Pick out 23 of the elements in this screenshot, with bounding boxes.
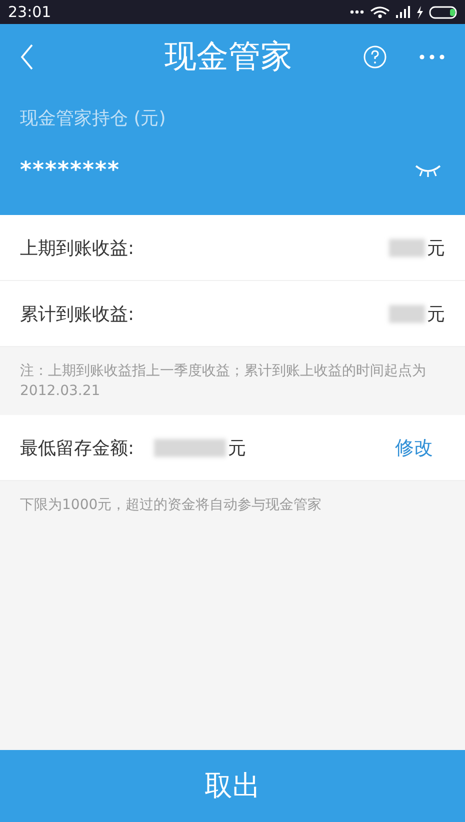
dots-icon bbox=[350, 10, 364, 14]
row-label: 上期到账收益: bbox=[20, 236, 134, 260]
row-label: 累计到账收益: bbox=[20, 302, 134, 326]
back-icon[interactable] bbox=[20, 44, 34, 70]
blurred-amount bbox=[389, 238, 425, 256]
withdraw-button[interactable]: 取出 bbox=[0, 750, 465, 822]
charging-icon bbox=[416, 6, 423, 18]
row-label: 最低留存金额: bbox=[20, 436, 134, 460]
edit-link[interactable]: 修改 bbox=[395, 434, 433, 460]
blurred-amount bbox=[389, 304, 425, 322]
battery-icon bbox=[429, 6, 457, 18]
more-icon[interactable] bbox=[419, 54, 445, 60]
unit-label: 元 bbox=[427, 236, 445, 260]
status-time: 23:01 bbox=[8, 3, 52, 21]
holding-amount: ******** bbox=[20, 158, 120, 183]
page-title: 现金管家 bbox=[164, 36, 294, 77]
unit-label: 元 bbox=[427, 302, 445, 326]
holding-label: 现金管家持仓 (元) bbox=[20, 107, 167, 130]
help-icon[interactable] bbox=[363, 45, 387, 69]
wifi-icon bbox=[370, 6, 390, 18]
signal-icon bbox=[396, 6, 410, 18]
unit-label: 元 bbox=[228, 436, 246, 460]
closed-eye-icon[interactable] bbox=[415, 164, 441, 178]
